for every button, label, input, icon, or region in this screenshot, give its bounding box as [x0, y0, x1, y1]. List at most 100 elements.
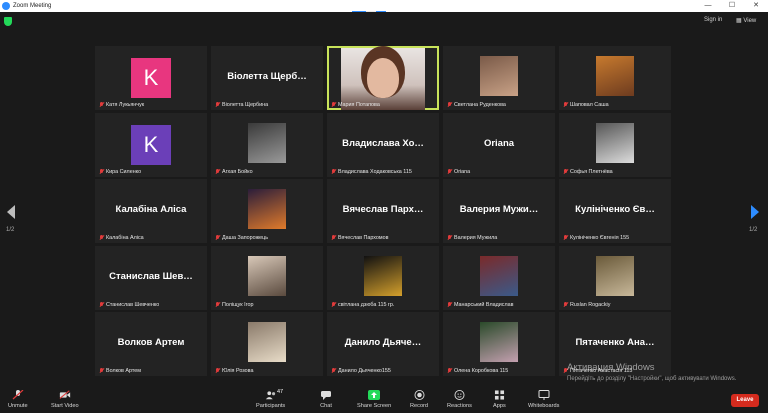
chat-label: Chat — [320, 403, 332, 409]
apps-button[interactable]: Apps — [493, 390, 506, 409]
participant-name: Данило Дьяченко155 — [338, 368, 391, 374]
muted-mic-icon — [563, 235, 568, 241]
previous-page-icon[interactable] — [6, 205, 16, 219]
participant-name-label: Волков Артем — [99, 368, 141, 374]
participant-name-label: Станислав Шевченко — [99, 301, 160, 308]
muted-mic-icon — [331, 301, 336, 308]
participant-tile[interactable]: Софья Плетнёва — [559, 112, 671, 177]
participant-name-label: Владислава Ходаковська 115 — [331, 168, 412, 175]
profile-photo — [248, 189, 286, 229]
maximize-button[interactable]: ☐ — [720, 0, 744, 12]
watermark-title: Активация Windows — [567, 362, 655, 373]
leave-button[interactable]: Leave — [731, 394, 759, 407]
participant-tile[interactable]: Валерия Мужи… Валерия Мужила — [443, 179, 555, 243]
participant-name-label: Калабіна Аліса — [99, 235, 144, 241]
participant-name: Станислав Шевченко — [106, 301, 160, 308]
close-button[interactable]: ✕ — [744, 0, 768, 12]
participant-name: Мария Потапова — [338, 102, 380, 108]
participant-tile[interactable]: світлана дзюба 115 гр. — [327, 245, 439, 310]
participant-name-label: Кулініченко Євгенія 155 — [563, 235, 629, 241]
participant-tile[interactable]: Вячеслав Парх… Вячеслав Пархомов — [327, 179, 439, 243]
meeting-toolbar: Unmute Start Video 47 Participants Chat … — [0, 388, 768, 413]
participant-name-label: Віолетта Щербина — [215, 102, 268, 108]
view-button[interactable]: ▦ View — [736, 17, 756, 24]
record-button[interactable]: Record — [410, 390, 428, 409]
participant-tile[interactable]: Поліщук Ігор — [211, 245, 323, 310]
page-indicator-left: 1/2 — [6, 227, 15, 233]
participant-name-label: Юлія Розова — [215, 368, 253, 374]
profile-photo — [248, 322, 286, 362]
profile-photo — [596, 255, 634, 296]
participant-tile[interactable]: Oriana Oriana — [443, 112, 555, 177]
shield-icon[interactable] — [4, 17, 12, 26]
title-indicator — [352, 3, 404, 16]
muted-mic-icon — [331, 368, 336, 374]
muted-mic-icon — [447, 368, 452, 374]
participant-tile[interactable]: Агхая Бойко — [211, 112, 323, 177]
view-label: View — [743, 18, 757, 24]
profile-photo — [480, 255, 518, 296]
muted-mic-icon — [215, 102, 220, 108]
participant-tile[interactable]: Светлана Руденкова — [443, 46, 555, 110]
participant-tile[interactable]: Даша Запорожець — [211, 179, 323, 243]
participant-tile[interactable]: Ruslan Rogackiy — [559, 245, 671, 310]
muted-mic-icon — [99, 102, 104, 108]
participant-display-name: Валерия Мужи… — [459, 204, 539, 215]
profile-photo — [248, 122, 286, 163]
muted-mic-icon — [331, 102, 336, 108]
muted-mic-icon — [215, 368, 220, 374]
participant-tile[interactable]: Волков Артем Волков Артем — [95, 312, 207, 376]
sign-in-link[interactable]: Sign in — [704, 17, 722, 23]
participant-grid: K Катя Лукьянчук Віолетта Щерб… Віолетта Ще… — [95, 46, 671, 378]
participant-name: Ruslan Rogackiy — [570, 301, 611, 308]
muted-mic-icon — [215, 301, 220, 308]
participant-tile[interactable]: Калабіна Аліса Калабіна Аліса — [95, 179, 207, 243]
participant-tile[interactable]: Манарський Владислав — [443, 245, 555, 310]
reactions-button[interactable]: Reactions — [447, 390, 472, 409]
chat-button[interactable]: Chat — [320, 390, 332, 409]
participants-button[interactable]: 47 Participants — [256, 389, 285, 409]
participant-name-label: Шаповал Саша — [563, 102, 609, 108]
whiteboards-button[interactable]: Whiteboards — [528, 390, 559, 409]
participant-tile[interactable]: Владислава Хо… Владислава Ходаковська 115 — [327, 112, 439, 177]
participant-display-name: Данило Дьяче… — [344, 337, 422, 348]
participant-name-label: Софья Плетнёва — [563, 168, 613, 175]
profile-photo — [480, 322, 518, 362]
muted-mic-icon — [99, 168, 104, 175]
participant-name-label: Данило Дьяченко155 — [331, 368, 391, 374]
participant-display-name: Станислав Шев… — [109, 270, 193, 282]
smiley-icon — [453, 390, 465, 400]
unmute-button[interactable]: Unmute — [8, 390, 28, 409]
page-indicator-right: 1/2 — [749, 227, 758, 233]
muted-mic-icon — [563, 168, 568, 175]
share-screen-button[interactable]: Share Screen — [357, 390, 391, 409]
start-video-label: Start Video — [51, 403, 79, 409]
participant-tile[interactable]: K Кира Силенко — [95, 112, 207, 177]
participant-display-name: Владислава Хо… — [342, 137, 424, 149]
participant-tile[interactable]: Кулініченко Єв… Кулініченко Євгенія 155 — [559, 179, 671, 243]
participant-name: Агхая Бойко — [222, 168, 253, 175]
participant-tile[interactable]: Юлія Розова — [211, 312, 323, 376]
participant-name-label: Oriana — [447, 168, 470, 175]
participant-name: Светлана Руденкова — [454, 102, 506, 108]
participant-tile[interactable]: Олена Коробкова 115 — [443, 312, 555, 376]
next-page-icon[interactable] — [750, 205, 760, 219]
participant-tile[interactable]: Шаповал Саша — [559, 46, 671, 110]
muted-mic-icon — [99, 235, 104, 241]
participant-name: Віолетта Щербина — [222, 102, 269, 108]
participant-name: Катя Лукьянчук — [106, 102, 145, 108]
participant-tile[interactable]: Віолетта Щерб… Віолетта Щербина — [211, 46, 323, 110]
participant-name-label: Манарський Владислав — [447, 301, 514, 308]
participant-name-label: світлана дзюба 115 гр. — [331, 301, 395, 308]
start-video-button[interactable]: Start Video — [51, 390, 79, 409]
participant-name: світлана дзюба 115 гр. — [338, 301, 395, 308]
participant-tile[interactable]: Станислав Шев… Станислав Шевченко — [95, 245, 207, 310]
participant-tile[interactable]: K Катя Лукьянчук — [95, 46, 207, 110]
participants-count: 47 — [277, 389, 284, 395]
participant-tile[interactable]: Мария Потапова — [327, 46, 439, 110]
video-off-icon — [59, 390, 71, 400]
participant-tile[interactable]: Данило Дьяче… Данило Дьяченко155 — [327, 312, 439, 376]
avatar: K — [131, 124, 171, 165]
minimize-button[interactable]: — — [696, 0, 720, 12]
muted-mic-icon — [99, 368, 104, 374]
